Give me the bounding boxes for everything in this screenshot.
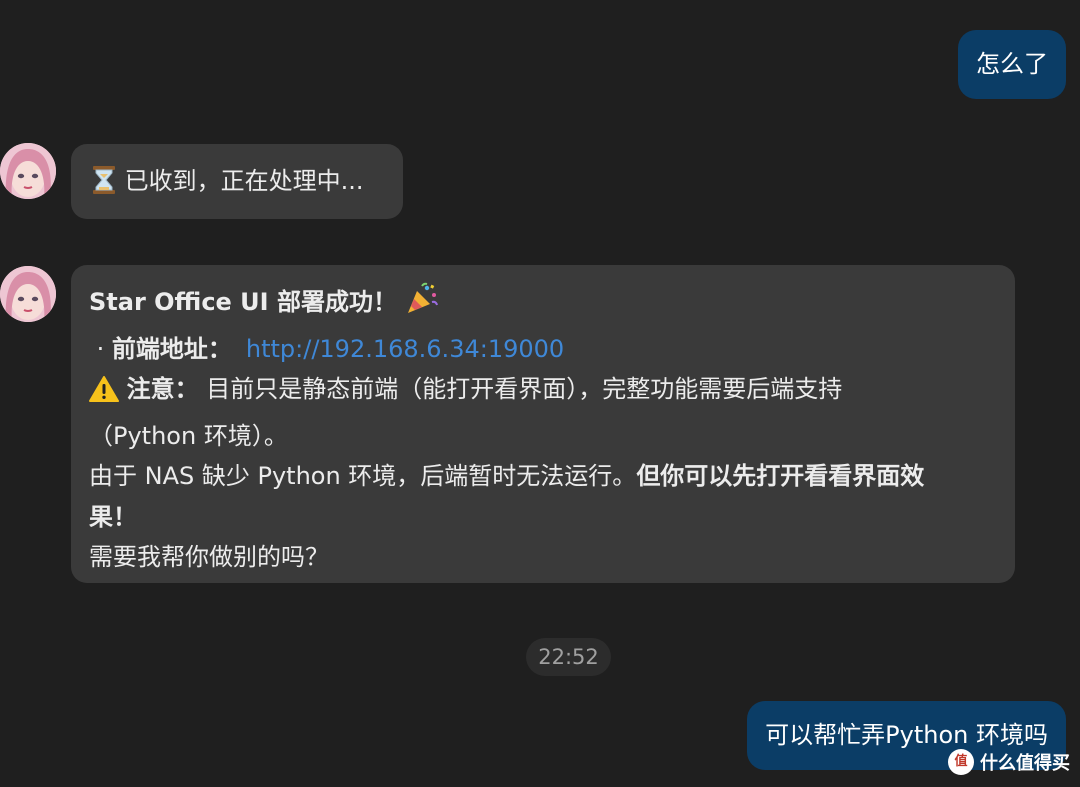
status-highlight: 但你可以先打开看看界面效 <box>636 462 925 490</box>
message-title: Star Office UI 部署成功！ <box>89 288 397 316</box>
notice-text-continued: （Python 环境）。 <box>89 421 288 450</box>
message-bubble-incoming[interactable]: 已收到，正在处理中... <box>71 144 403 219</box>
status-highlight-continued: 果！ <box>89 502 137 531</box>
message-bubble-outgoing[interactable]: 怎么了 <box>958 30 1066 99</box>
warning-icon <box>89 375 119 416</box>
bullet-icon: · <box>89 334 112 363</box>
bot-avatar[interactable] <box>0 143 56 199</box>
hourglass-icon <box>91 165 117 207</box>
watermark-text: 什么值得买 <box>980 753 1070 774</box>
address-row: · 前端地址： http://192.168.6.34:19000 <box>89 329 997 370</box>
party-popper-icon <box>405 282 439 329</box>
watermark-logo-icon: 值 <box>948 749 974 775</box>
status-text: 由于 NAS 缺少 Python 环境，后端暂时无法运行。 <box>89 462 637 490</box>
message-bubble-incoming[interactable]: Star Office UI 部署成功！ · 前端地址： http://192.1… <box>71 265 1015 583</box>
status-line: 由于 NAS 缺少 Python 环境，后端暂时无法运行。但你可以先打开看看界面… <box>89 456 997 497</box>
followup-question: 需要我帮你做别的吗？ <box>89 543 329 571</box>
frontend-address-link[interactable]: http://192.168.6.34:19000 <box>246 335 564 363</box>
message-timestamp: 22:52 <box>526 638 611 676</box>
notice-text: 目前只是静态前端（能打开看界面），完整功能需要后端支持 <box>206 375 843 403</box>
address-label: 前端地址： <box>111 334 232 363</box>
message-text: 可以帮忙弄Python 环境吗 <box>765 721 1048 749</box>
message-title-row: Star Office UI 部署成功！ <box>89 282 997 329</box>
message-text: 怎么了 <box>976 50 1048 78</box>
notice-label: 注意： <box>126 375 199 403</box>
bot-avatar[interactable] <box>0 266 56 322</box>
watermark: 值 什么值得买 <box>948 749 1070 775</box>
notice-row: 注意： 目前只是静态前端（能打开看界面），完整功能需要后端支持 <box>89 369 997 416</box>
message-text: 已收到，正在处理中... <box>124 167 364 195</box>
